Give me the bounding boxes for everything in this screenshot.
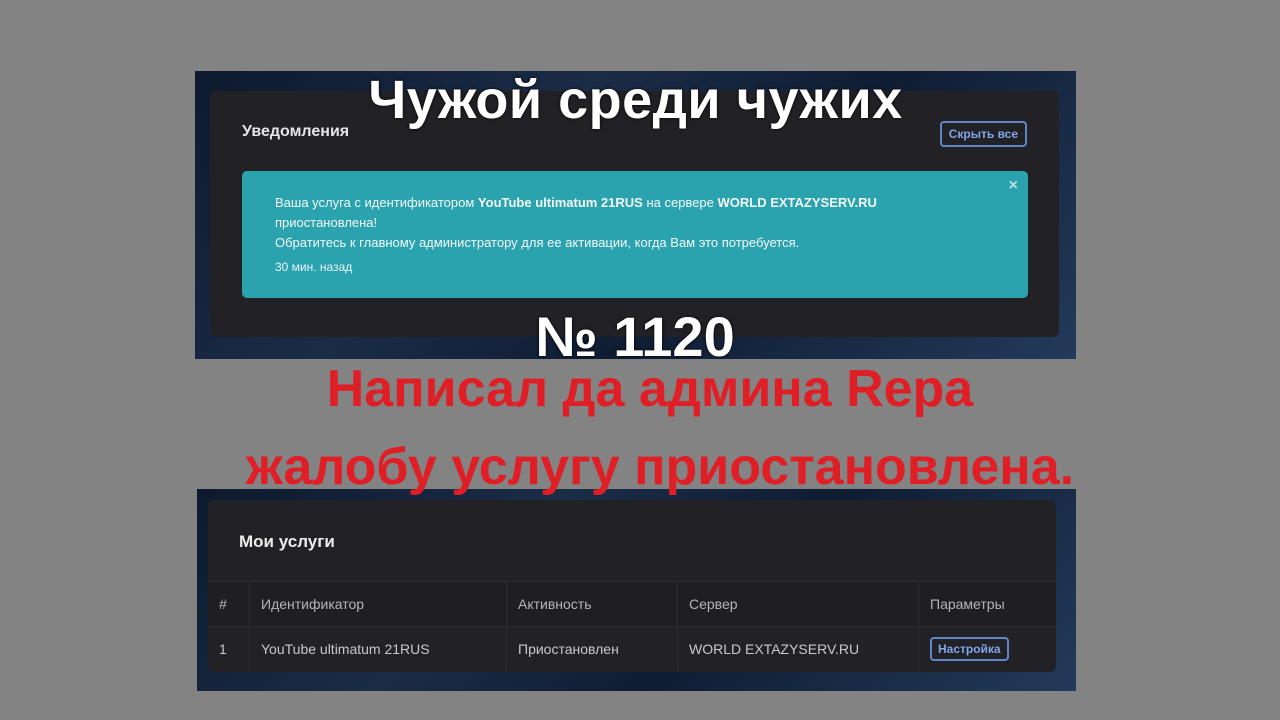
caption-line-1: Написал да админа Repa [326, 360, 974, 418]
alert-text-prefix: Ваша услуга с идентификатором [275, 195, 478, 210]
row-parameters: Настройка [918, 626, 1056, 671]
close-icon[interactable]: × [1009, 177, 1018, 195]
suspension-alert: × Ваша услуга с идентификатором YouTube … [242, 171, 1028, 298]
caption-line-2: жалобу услугу приостановлена. [245, 438, 1075, 496]
column-header-parameters: Параметры [918, 581, 1056, 627]
services-screenshot: Мои услуги # Идентификатор Активность Се… [197, 489, 1076, 691]
alert-service-id: YouTube ultimatum 21RUS [477, 195, 643, 210]
services-title: Мои услуги [239, 532, 335, 551]
overlay-title: Чужой среди чужих [368, 70, 903, 130]
alert-text-suffix: приостановлена! [275, 215, 378, 230]
column-header-server: Сервер [677, 581, 919, 627]
table-header-row: # Идентификатор Активность Сервер Параме… [208, 581, 1056, 627]
row-number: 1 [208, 626, 250, 671]
alert-message: Ваша услуга с идентификатором YouTube ul… [275, 193, 995, 253]
services-panel: Мои услуги # Идентификатор Активность Се… [208, 500, 1056, 672]
alert-timestamp: 30 мин. назад [275, 260, 353, 274]
column-header-activity: Активность [506, 581, 678, 627]
alert-line2: Обратитесь к главному администратору для… [275, 235, 800, 250]
column-header-number: # [208, 581, 250, 627]
row-server: WORLD EXTAZYSERV.RU [677, 626, 919, 671]
alert-server: WORLD EXTAZYSERV.RU [717, 195, 877, 210]
services-table: # Идентификатор Активность Сервер Параме… [208, 581, 1056, 671]
table-row: 1 YouTube ultimatum 21RUS Приостановлен … [208, 626, 1056, 671]
row-identifier: YouTube ultimatum 21RUS [249, 626, 507, 671]
alert-text-middle: на сервере [642, 195, 718, 210]
settings-button[interactable]: Настройка [930, 637, 1009, 661]
row-status: Приостановлен [506, 626, 678, 671]
column-header-identifier: Идентификатор [249, 581, 507, 627]
